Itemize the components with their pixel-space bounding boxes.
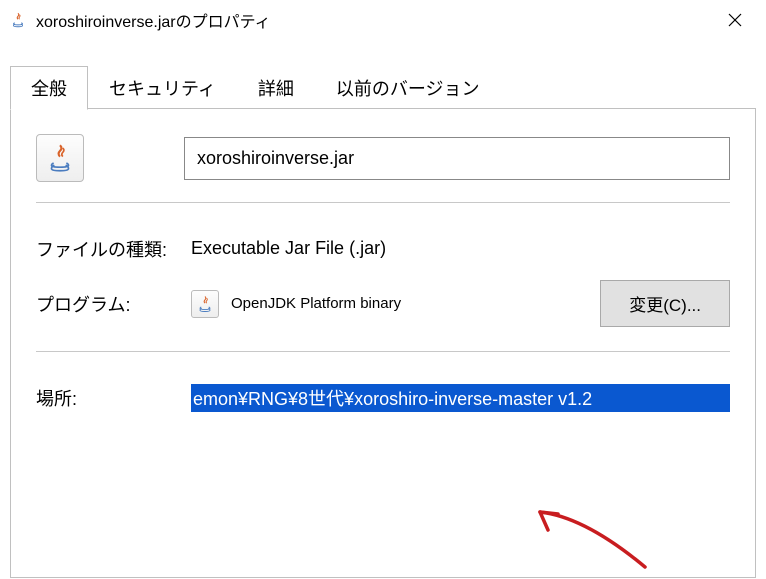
close-icon — [728, 13, 742, 27]
program-value: OpenJDK Platform binary — [231, 295, 401, 312]
annotation-arrow — [515, 502, 665, 572]
java-file-icon — [36, 134, 84, 182]
filetype-value: Executable Jar File (.jar) — [191, 238, 730, 259]
tab-previous-versions[interactable]: 以前のバージョン — [315, 66, 501, 110]
window-title: xoroshiroinverse.jarのプロパティ — [36, 8, 712, 32]
tabs: 全般 セキュリティ 詳細 以前のバージョン — [10, 65, 756, 109]
location-value[interactable]: emon¥RNG¥8世代¥xoroshiro-inverse-master v1… — [191, 384, 730, 412]
location-label: 場所: — [36, 385, 191, 411]
divider — [36, 351, 730, 352]
filetype-row: ファイルの種類: Executable Jar File (.jar) — [36, 221, 730, 276]
program-label: プログラム: — [36, 291, 191, 317]
location-row: 場所: emon¥RNG¥8世代¥xoroshiro-inverse-maste… — [36, 370, 730, 425]
titlebar: xoroshiroinverse.jarのプロパティ — [0, 0, 766, 40]
program-row: プログラム: OpenJDK Platform binary 変更(C)... — [36, 276, 730, 331]
filename-row — [36, 134, 730, 182]
java-icon — [8, 10, 28, 30]
tab-details[interactable]: 詳細 — [237, 66, 315, 110]
tab-security[interactable]: セキュリティ — [88, 66, 237, 110]
filename-input[interactable] — [184, 137, 730, 180]
tabs-container: 全般 セキュリティ 詳細 以前のバージョン ファイルの種類: Executabl… — [0, 65, 766, 579]
filetype-label: ファイルの種類: — [36, 236, 191, 262]
tab-panel: ファイルの種類: Executable Jar File (.jar) プログラ… — [10, 108, 756, 578]
java-program-icon — [191, 290, 219, 318]
change-button[interactable]: 変更(C)... — [600, 280, 730, 327]
close-button[interactable] — [712, 4, 758, 36]
tab-general[interactable]: 全般 — [10, 66, 88, 110]
divider — [36, 202, 730, 203]
